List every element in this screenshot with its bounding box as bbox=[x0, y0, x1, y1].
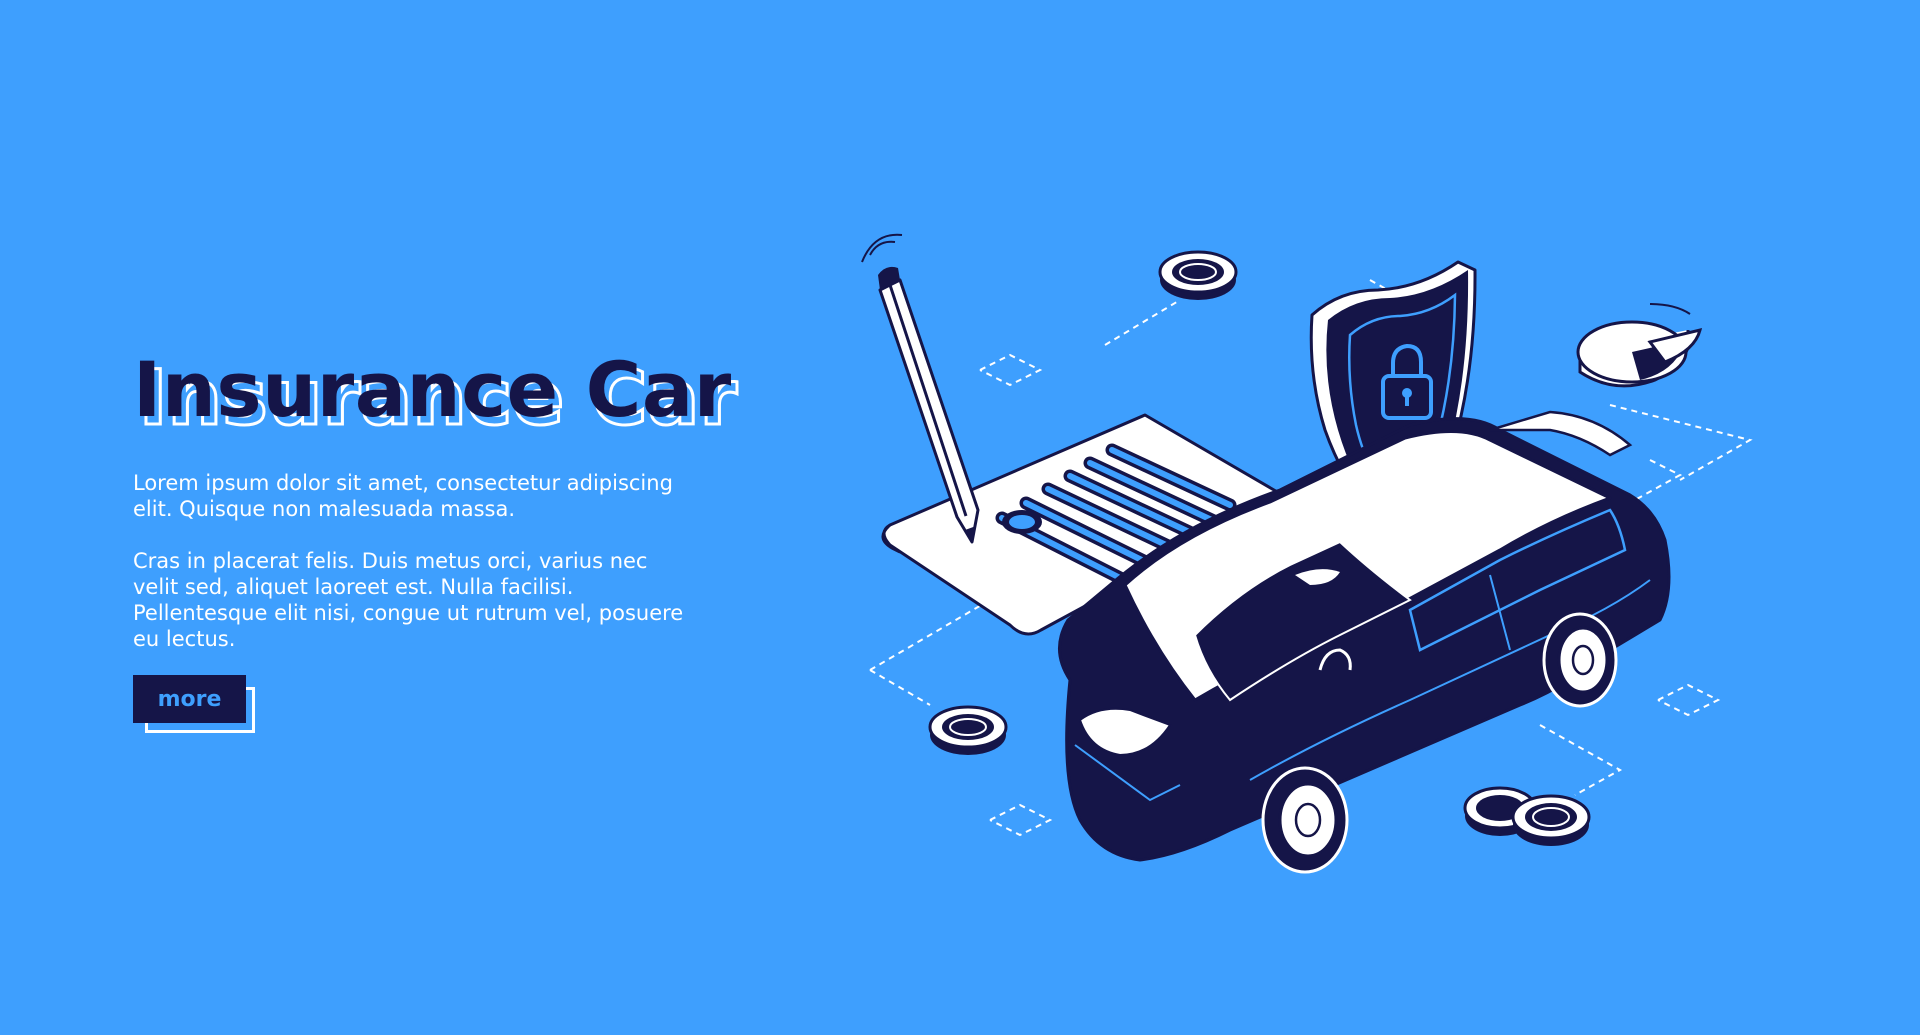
description-paragraph: Cras in placerat felis. Duis metus orci,… bbox=[133, 549, 684, 651]
coin-icon bbox=[928, 705, 1008, 755]
coin-icon bbox=[1158, 250, 1238, 300]
more-button[interactable]: more bbox=[133, 675, 246, 723]
more-button-group: more bbox=[133, 675, 261, 737]
pie-chart-icon bbox=[1576, 303, 1703, 388]
page-title: Insurance Car Insurance Car bbox=[133, 340, 739, 444]
title-text: Insurance Car bbox=[133, 345, 732, 434]
coin-icon bbox=[1511, 794, 1591, 846]
intro-paragraph: Lorem ipsum dolor sit amet, consectetur … bbox=[133, 471, 673, 521]
insurance-illustration bbox=[861, 233, 1753, 874]
pencil-icon bbox=[861, 233, 980, 544]
hero-text: Insurance Car Insurance Car Lorem ipsum … bbox=[133, 340, 739, 652]
